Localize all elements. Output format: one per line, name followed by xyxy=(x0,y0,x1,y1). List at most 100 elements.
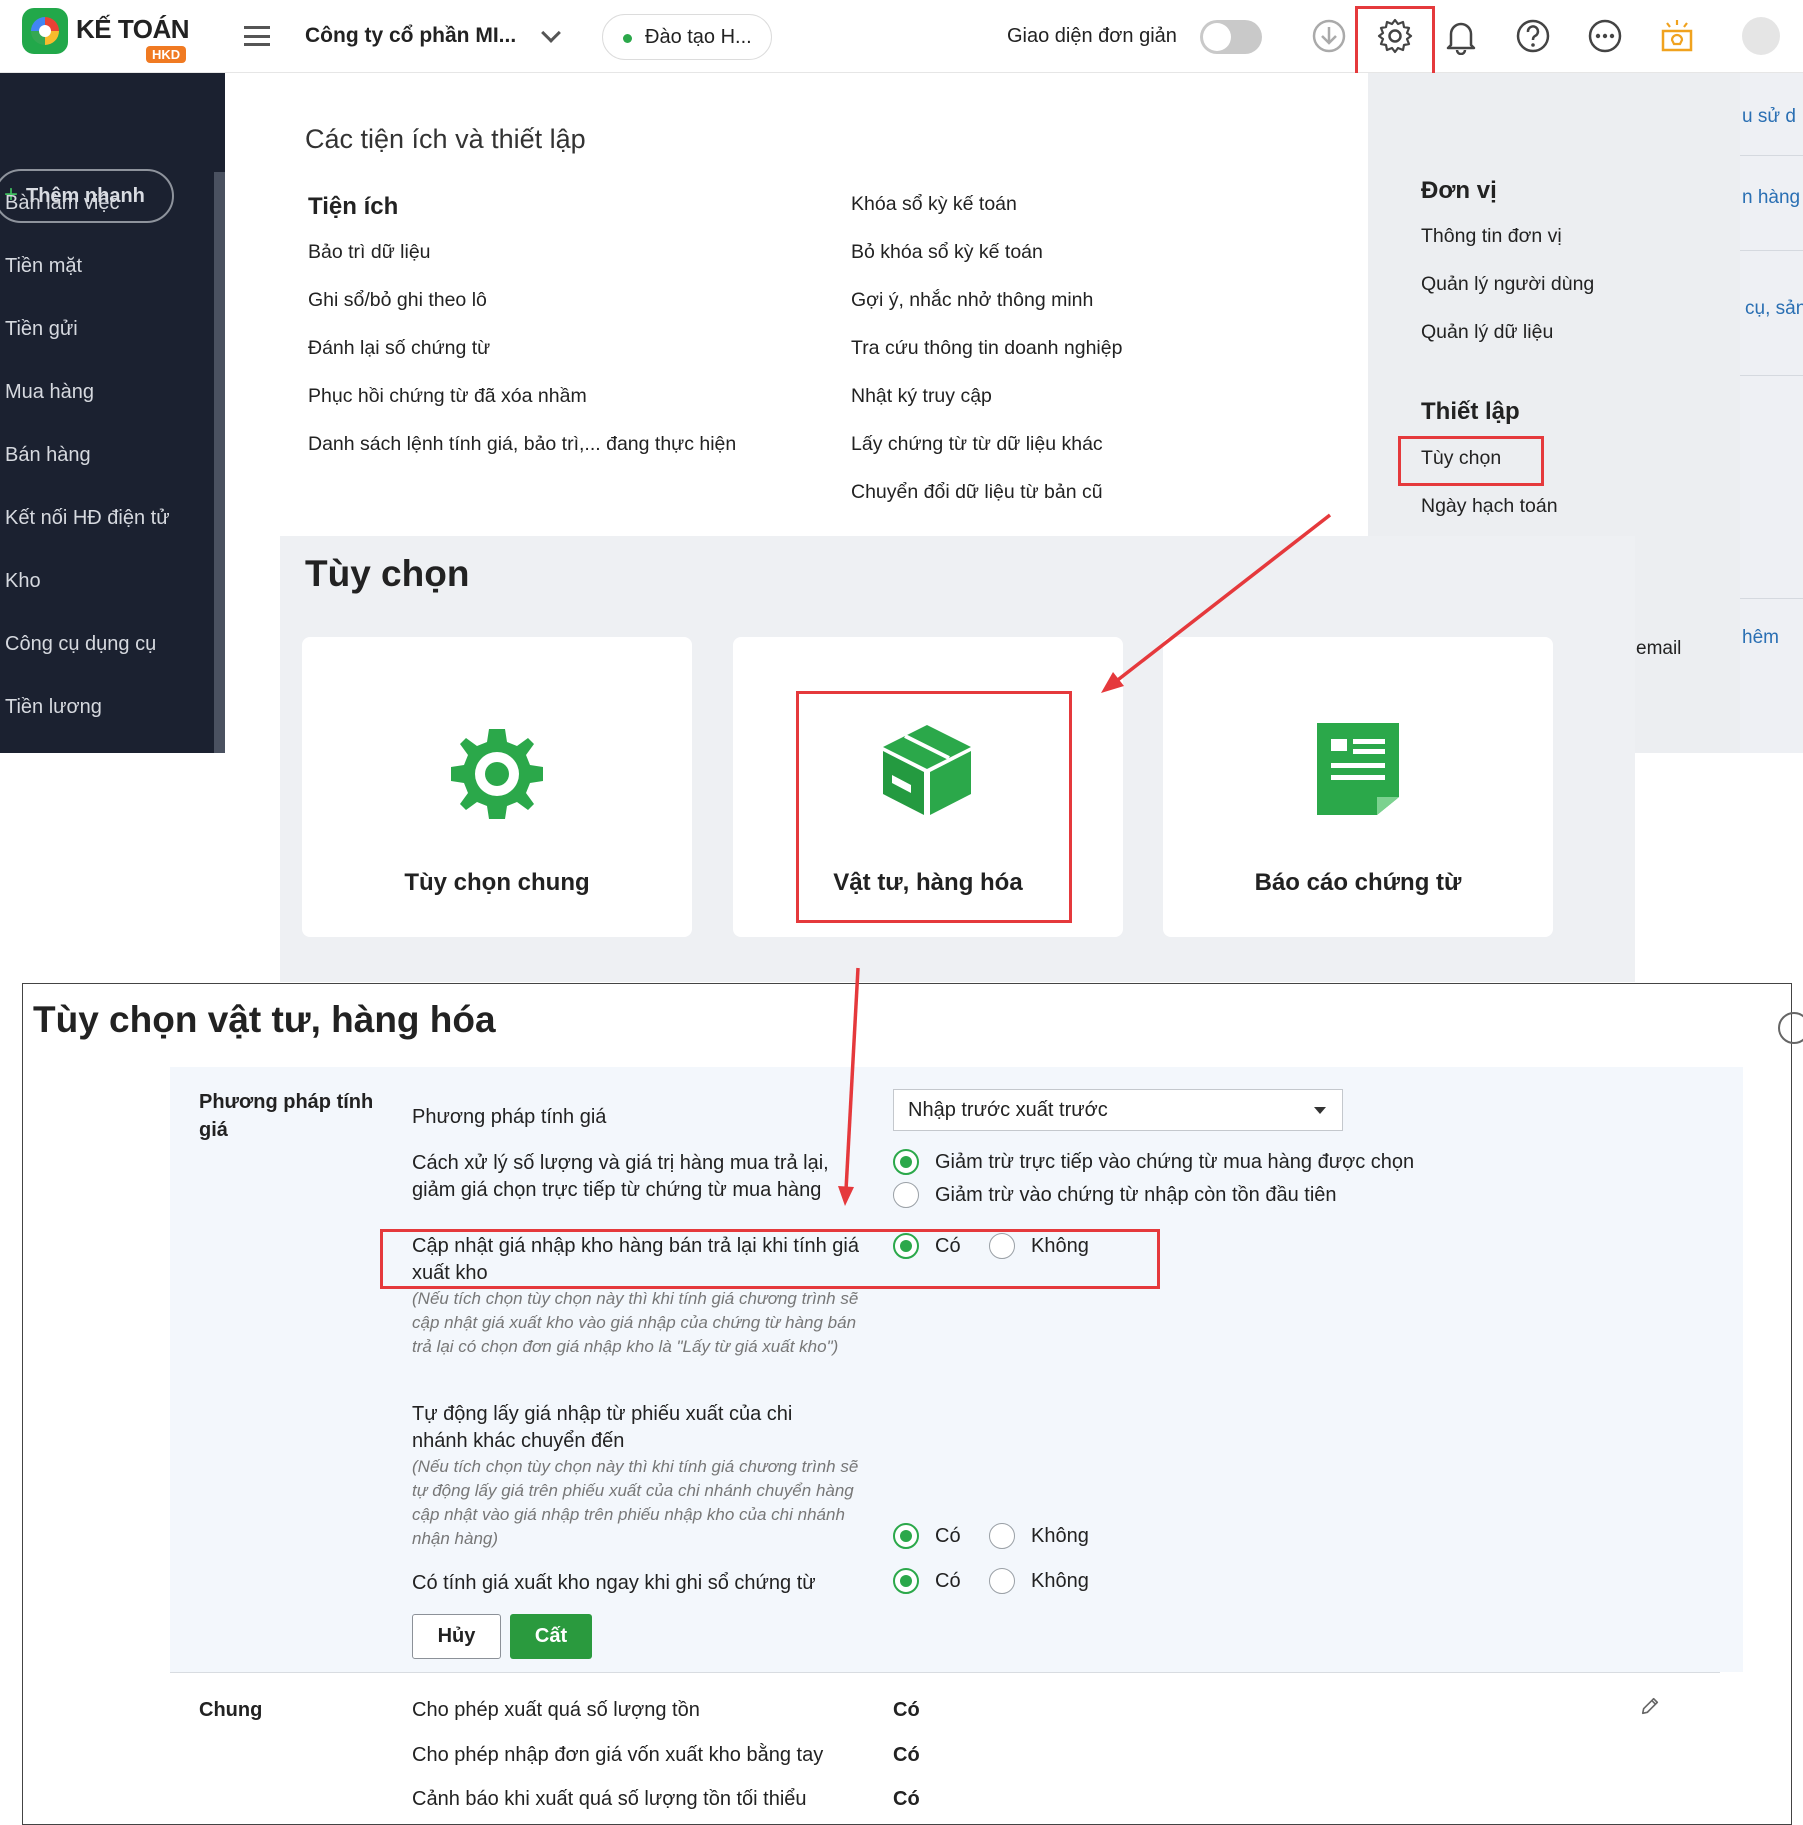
return-option-first-label: Giảm trừ vào chứng từ nhập còn tồn đầu t… xyxy=(935,1184,1337,1206)
general-row-label: Cảnh báo khi xuất quá số lượng tồn tối t… xyxy=(412,1788,807,1810)
company-name[interactable]: Công ty cổ phần MI... xyxy=(305,24,516,48)
general-row-value: Có xyxy=(893,1744,920,1766)
calc-on-post-yes-label: Có xyxy=(935,1570,961,1592)
menu-icon[interactable] xyxy=(244,26,270,46)
background-fragment: n hàng xyxy=(1742,187,1801,208)
auto-price-no-label: Không xyxy=(1031,1525,1089,1547)
auto-price-no-radio[interactable] xyxy=(989,1523,1015,1549)
branch-name: Đào tạo H... xyxy=(645,26,752,48)
sidebar-item-desk[interactable]: Bàn làm việc xyxy=(5,192,120,215)
sidebar-item-salary[interactable]: Tiền lương xyxy=(5,696,102,719)
link-convert-old[interactable]: Chuyển đổi dữ liệu từ bản cũ xyxy=(851,481,1103,504)
link-smart-reminders[interactable]: Gợi ý, nhắc nhở thông minh xyxy=(851,289,1093,312)
background-fragment: hêm xyxy=(1742,627,1779,648)
auto-price-note: (Nếu tích chọn tùy chọn này thì khi tính… xyxy=(412,1457,859,1548)
status-dot xyxy=(623,34,632,43)
edit-pencil-icon[interactable] xyxy=(1640,1696,1660,1716)
auto-price-label: Tự động lấy giá nhập từ phiếu xuất của c… xyxy=(412,1403,793,1452)
sidebar-item-sales[interactable]: Bán hàng xyxy=(5,444,91,467)
calc-on-post-no-label: Không xyxy=(1031,1570,1089,1592)
bell-icon[interactable] xyxy=(1442,17,1480,55)
divider xyxy=(1740,375,1803,376)
logo-text: KẾ TOÁN xyxy=(76,14,190,44)
general-row-label: Cho phép nhập đơn giá vốn xuất kho bằng … xyxy=(412,1744,824,1766)
gear-highlight-box xyxy=(1355,6,1435,80)
branch-selector[interactable]: Đào tạo H... xyxy=(602,14,772,60)
divider xyxy=(1740,155,1803,156)
link-access-log[interactable]: Nhật ký truy cập xyxy=(851,385,992,408)
utilities-heading: Tiện ích xyxy=(308,193,399,220)
save-button[interactable]: Cất xyxy=(510,1614,592,1659)
setup-heading: Thiết lập xyxy=(1421,398,1520,425)
sidebar-item-cash[interactable]: Tiền mặt xyxy=(5,255,82,278)
divider xyxy=(1740,250,1803,251)
link-company-lookup[interactable]: Tra cứu thông tin doanh nghiệp xyxy=(851,337,1122,360)
link-posting-date[interactable]: Ngày hạch toán xyxy=(1421,495,1558,518)
sidebar-item-purchase[interactable]: Mua hàng xyxy=(5,381,94,404)
link-import-data[interactable]: Lấy chứng từ từ dữ liệu khác xyxy=(851,433,1103,456)
panel-title: Các tiện ích và thiết lập xyxy=(305,124,586,154)
sidebar: + Thêm nhanh Bàn làm việc Tiền mặt Tiền … xyxy=(0,73,225,753)
unit-heading: Đơn vị xyxy=(1421,177,1497,204)
dialog-title: Tùy chọn vật tư, hàng hóa xyxy=(33,999,496,1040)
link-lock-period[interactable]: Khóa sổ kỳ kế toán xyxy=(851,193,1017,216)
costing-method-label: Phương pháp tính giá xyxy=(412,1106,607,1128)
logo-badge: HKD xyxy=(146,46,187,63)
link-data-management[interactable]: Quản lý dữ liệu xyxy=(1421,321,1553,344)
card-reports-documents[interactable]: Báo cáo chứng từ xyxy=(1163,637,1553,937)
close-icon[interactable] xyxy=(1778,1012,1803,1044)
chevron-down-icon[interactable] xyxy=(541,23,561,43)
document-icon xyxy=(1317,723,1399,815)
simple-mode-label: Giao diện đơn giản xyxy=(1007,25,1177,47)
gear-icon xyxy=(451,729,543,819)
general-row-value: Có xyxy=(893,1699,920,1721)
card-highlight-box xyxy=(796,691,1072,923)
simple-mode-toggle[interactable] xyxy=(1200,20,1262,54)
sidebar-item-deposit[interactable]: Tiền gửi xyxy=(5,318,78,341)
divider xyxy=(170,1672,1720,1673)
idea-icon[interactable] xyxy=(1658,17,1696,55)
avatar[interactable] xyxy=(1742,17,1780,55)
background-page xyxy=(1740,73,1803,753)
sidebar-item-warehouse[interactable]: Kho xyxy=(5,570,41,593)
auto-price-yes-label: Có xyxy=(935,1525,961,1547)
card-label: Báo cáo chứng từ xyxy=(1254,869,1462,896)
link-restore-deleted[interactable]: Phục hồi chứng từ đã xóa nhầm xyxy=(308,385,587,408)
link-unit-info[interactable]: Thông tin đơn vị xyxy=(1421,225,1562,248)
return-option-direct-radio[interactable] xyxy=(893,1149,919,1175)
more-icon[interactable] xyxy=(1586,17,1624,55)
options-title: Tùy chọn xyxy=(305,553,470,594)
link-batch-post[interactable]: Ghi sổ/bỏ ghi theo lô xyxy=(308,289,487,312)
calc-on-post-no-radio[interactable] xyxy=(989,1568,1015,1594)
card-general-options[interactable]: Tùy chọn chung xyxy=(302,637,692,937)
help-icon[interactable] xyxy=(1514,17,1552,55)
sidebar-scrollbar[interactable] xyxy=(214,172,225,753)
link-running-jobs[interactable]: Danh sách lệnh tính giá, bảo trì,... đan… xyxy=(308,433,736,456)
app-logo[interactable] xyxy=(22,8,68,54)
sidebar-item-tools[interactable]: Công cụ dụng cụ xyxy=(5,633,156,656)
calc-on-post-yes-radio[interactable] xyxy=(893,1568,919,1594)
general-row-label: Cho phép xuất quá số lượng tồn xyxy=(412,1699,700,1721)
dropdown-arrow-icon xyxy=(1314,1107,1326,1114)
return-option-direct-label: Giảm trừ trực tiếp vào chứng từ mua hàng… xyxy=(935,1151,1415,1173)
cancel-button[interactable]: Hủy xyxy=(412,1614,501,1659)
costing-method-select[interactable]: Nhập trước xuất trước xyxy=(893,1089,1343,1131)
link-user-management[interactable]: Quản lý người dùng xyxy=(1421,273,1594,296)
general-row-value: Có xyxy=(893,1788,920,1810)
link-maintain-data[interactable]: Bảo trì dữ liệu xyxy=(308,241,431,264)
update-price-highlight-box xyxy=(380,1229,1160,1289)
auto-price-yes-radio[interactable] xyxy=(893,1523,919,1549)
general-group-label: Chung xyxy=(199,1699,263,1721)
card-label: Tùy chọn chung xyxy=(404,869,590,896)
background-fragment: u sử d xyxy=(1742,106,1796,127)
costing-group-label: Phương pháp tính giá xyxy=(199,1091,374,1141)
background-fragment: email xyxy=(1636,638,1682,659)
top-bar: KẾ TOÁN HKD Công ty cổ phần MI... Đào tạ… xyxy=(0,0,1803,80)
return-option-first-radio[interactable] xyxy=(893,1182,919,1208)
link-renumber[interactable]: Đánh lại số chứng từ xyxy=(308,337,490,360)
link-unlock-period[interactable]: Bỏ khóa sổ kỳ kế toán xyxy=(851,241,1043,264)
options-highlight-box xyxy=(1398,436,1544,486)
sidebar-item-einvoice[interactable]: Kết nối HĐ điện tử xyxy=(5,507,170,530)
divider xyxy=(1740,598,1803,599)
download-icon[interactable] xyxy=(1310,17,1348,55)
